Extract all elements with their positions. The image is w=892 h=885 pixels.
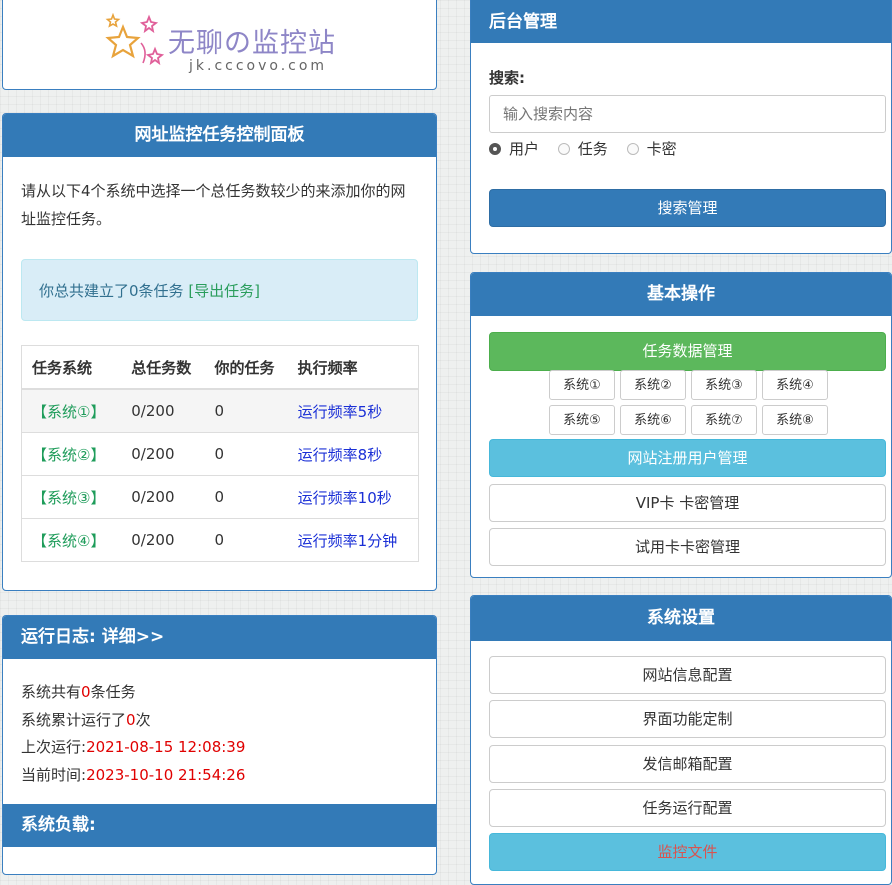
radio-label: 卡密 — [646, 140, 677, 158]
run-log-title[interactable]: 运行日志: 详细>> — [3, 616, 436, 659]
radio-label: 用户 — [509, 140, 540, 158]
settings-title: 系统设置 — [471, 596, 891, 641]
log-lines: 系统共有0条任务 系统累计运行了0次 上次运行:2021-08-15 12:08… — [3, 659, 436, 789]
my-tasks-cell: 0 — [204, 518, 288, 562]
radio-task[interactable]: 任务 — [557, 138, 608, 159]
export-tasks-link[interactable]: [导出任务] — [188, 282, 260, 300]
log-task-count: 系统共有0条任务 — [21, 679, 436, 707]
my-tasks-cell: 0 — [204, 389, 288, 433]
table-header-row: 任务系统 总任务数 你的任务 执行频率 — [21, 345, 419, 390]
system-button-7[interactable]: 系统⑦ — [691, 405, 757, 435]
col-total: 总任务数 — [121, 345, 205, 390]
site-info-button[interactable]: 网站信息配置 — [489, 656, 886, 694]
admin-panel: 后台管理 搜索: 用户 任务 卡密 搜索管理 — [470, 0, 892, 254]
task-count-text: 你总共建立了0条任务 — [39, 282, 189, 300]
total-tasks-cell: 0/200 — [121, 475, 205, 519]
system-button-grid: 系统① 系统② 系统③ 系统④ 系统⑤ 系统⑥ 系统⑦ 系统⑧ — [549, 370, 831, 435]
frequency-1-link[interactable]: 运行频率5秒 — [298, 403, 383, 421]
system-1-link[interactable]: 【系统①】 — [32, 403, 105, 421]
search-label: 搜索: — [489, 69, 525, 87]
table-row: 【系统①】 0/200 0 运行频率5秒 — [21, 389, 419, 433]
system-load-title: 系统负载: — [3, 804, 436, 847]
log-label: 当前时间: — [21, 765, 87, 784]
system-button-3[interactable]: 系统③ — [691, 370, 757, 400]
table-row: 【系统③】 0/200 0 运行频率10秒 — [21, 475, 419, 519]
log-label: 上次运行: — [21, 738, 87, 756]
system-button-8[interactable]: 系统⑧ — [762, 405, 828, 435]
task-count-alert: 你总共建立了0条任务 [导出任务] — [21, 259, 418, 321]
task-config-button[interactable]: 任务运行配置 — [489, 789, 886, 827]
radio-dot[interactable] — [626, 142, 639, 155]
system-2-link[interactable]: 【系统②】 — [32, 446, 105, 464]
system-settings-panel: 系统设置 网站信息配置 界面功能定制 发信邮箱配置 任务运行配置 监控文件 — [470, 595, 892, 885]
task-intro-text: 请从以下4个系统中选择一个总任务数较少的来添加你的网址监控任务。 — [21, 182, 406, 228]
log-label: 次 — [135, 710, 151, 729]
system-button-4[interactable]: 系统④ — [762, 370, 828, 400]
log-value: 2023-10-10 21:54:26 — [86, 765, 246, 784]
log-last-run: 上次运行:2021-08-15 12:08:39 — [21, 734, 436, 762]
system-button-1[interactable]: 系统① — [549, 370, 615, 400]
log-label: 系统共有 — [21, 683, 82, 701]
mail-config-button[interactable]: 发信邮箱配置 — [489, 745, 886, 783]
vip-card-button[interactable]: VIP卡 卡密管理 — [489, 484, 886, 522]
system-4-link[interactable]: 【系统④】 — [32, 532, 105, 550]
total-tasks-cell: 0/200 — [121, 432, 205, 476]
logo-panel: 无聊の监控站 jk.cccovo.com — [2, 0, 437, 90]
log-value: 0 — [126, 710, 136, 729]
admin-title: 后台管理 — [471, 0, 891, 43]
frequency-4-link[interactable]: 运行频率1分钟 — [298, 532, 398, 550]
basic-operations-panel: 基本操作 任务数据管理 系统① 系统② 系统③ 系统④ 系统⑤ 系统⑥ 系统⑦ … — [470, 272, 892, 578]
radio-user[interactable]: 用户 — [489, 138, 539, 159]
system-button-6[interactable]: 系统⑥ — [620, 405, 686, 435]
search-input[interactable] — [489, 95, 886, 133]
log-run-count: 系统累计运行了0次 — [21, 707, 436, 735]
log-label: 系统累计运行了 — [21, 710, 127, 729]
log-value: 0 — [81, 683, 91, 701]
total-tasks-cell: 0/200 — [121, 389, 205, 433]
system-button-2[interactable]: 系统② — [620, 370, 686, 400]
frequency-2-link[interactable]: 运行频率8秒 — [298, 446, 383, 464]
search-manage-button[interactable]: 搜索管理 — [489, 189, 886, 227]
logo-url: jk.cccovo.com — [189, 58, 328, 74]
log-current-time: 当前时间:2023-10-10 21:54:26 — [21, 762, 436, 790]
ops-title: 基本操作 — [471, 273, 891, 316]
search-type-radios: 用户 任务 卡密 — [489, 138, 691, 159]
task-control-panel: 网址监控任务控制面板 请从以下4个系统中选择一个总任务数较少的来添加你的网址监控… — [2, 113, 437, 591]
radio-card[interactable]: 卡密 — [626, 138, 677, 159]
task-panel-title: 网址监控任务控制面板 — [3, 114, 436, 157]
system-button-5[interactable]: 系统⑤ — [549, 405, 615, 435]
col-frequency: 执行频率 — [287, 345, 419, 390]
log-value: 2021-08-15 12:08:39 — [86, 738, 246, 756]
system-3-link[interactable]: 【系统③】 — [32, 489, 105, 507]
frequency-3-link[interactable]: 运行频率10秒 — [298, 489, 392, 507]
col-mine: 你的任务 — [204, 345, 288, 390]
radio-dot-selected[interactable] — [489, 142, 501, 155]
ui-custom-button[interactable]: 界面功能定制 — [489, 700, 886, 738]
monitor-file-button[interactable]: 监控文件 — [489, 833, 886, 871]
stars-logo-icon — [105, 13, 165, 66]
my-tasks-cell: 0 — [204, 475, 288, 519]
table-row: 【系统②】 0/200 0 运行频率8秒 — [21, 432, 419, 476]
user-manage-button[interactable]: 网站注册用户管理 — [489, 439, 886, 477]
radio-label: 任务 — [577, 140, 608, 158]
my-tasks-cell: 0 — [204, 432, 288, 476]
trial-card-button[interactable]: 试用卡卡密管理 — [489, 528, 886, 566]
radio-dot[interactable] — [557, 142, 570, 155]
task-data-button[interactable]: 任务数据管理 — [489, 332, 886, 371]
table-row: 【系统④】 0/200 0 运行频率1分钟 — [21, 518, 419, 562]
logo-title: 无聊の监控站 — [168, 28, 336, 59]
total-tasks-cell: 0/200 — [121, 518, 205, 562]
col-system: 任务系统 — [21, 345, 122, 390]
log-label: 条任务 — [90, 683, 136, 701]
system-table: 任务系统 总任务数 你的任务 执行频率 【系统①】 0/200 0 运行频率5秒… — [21, 345, 419, 562]
run-log-panel: 运行日志: 详细>> 系统共有0条任务 系统累计运行了0次 上次运行:2021-… — [2, 615, 437, 875]
